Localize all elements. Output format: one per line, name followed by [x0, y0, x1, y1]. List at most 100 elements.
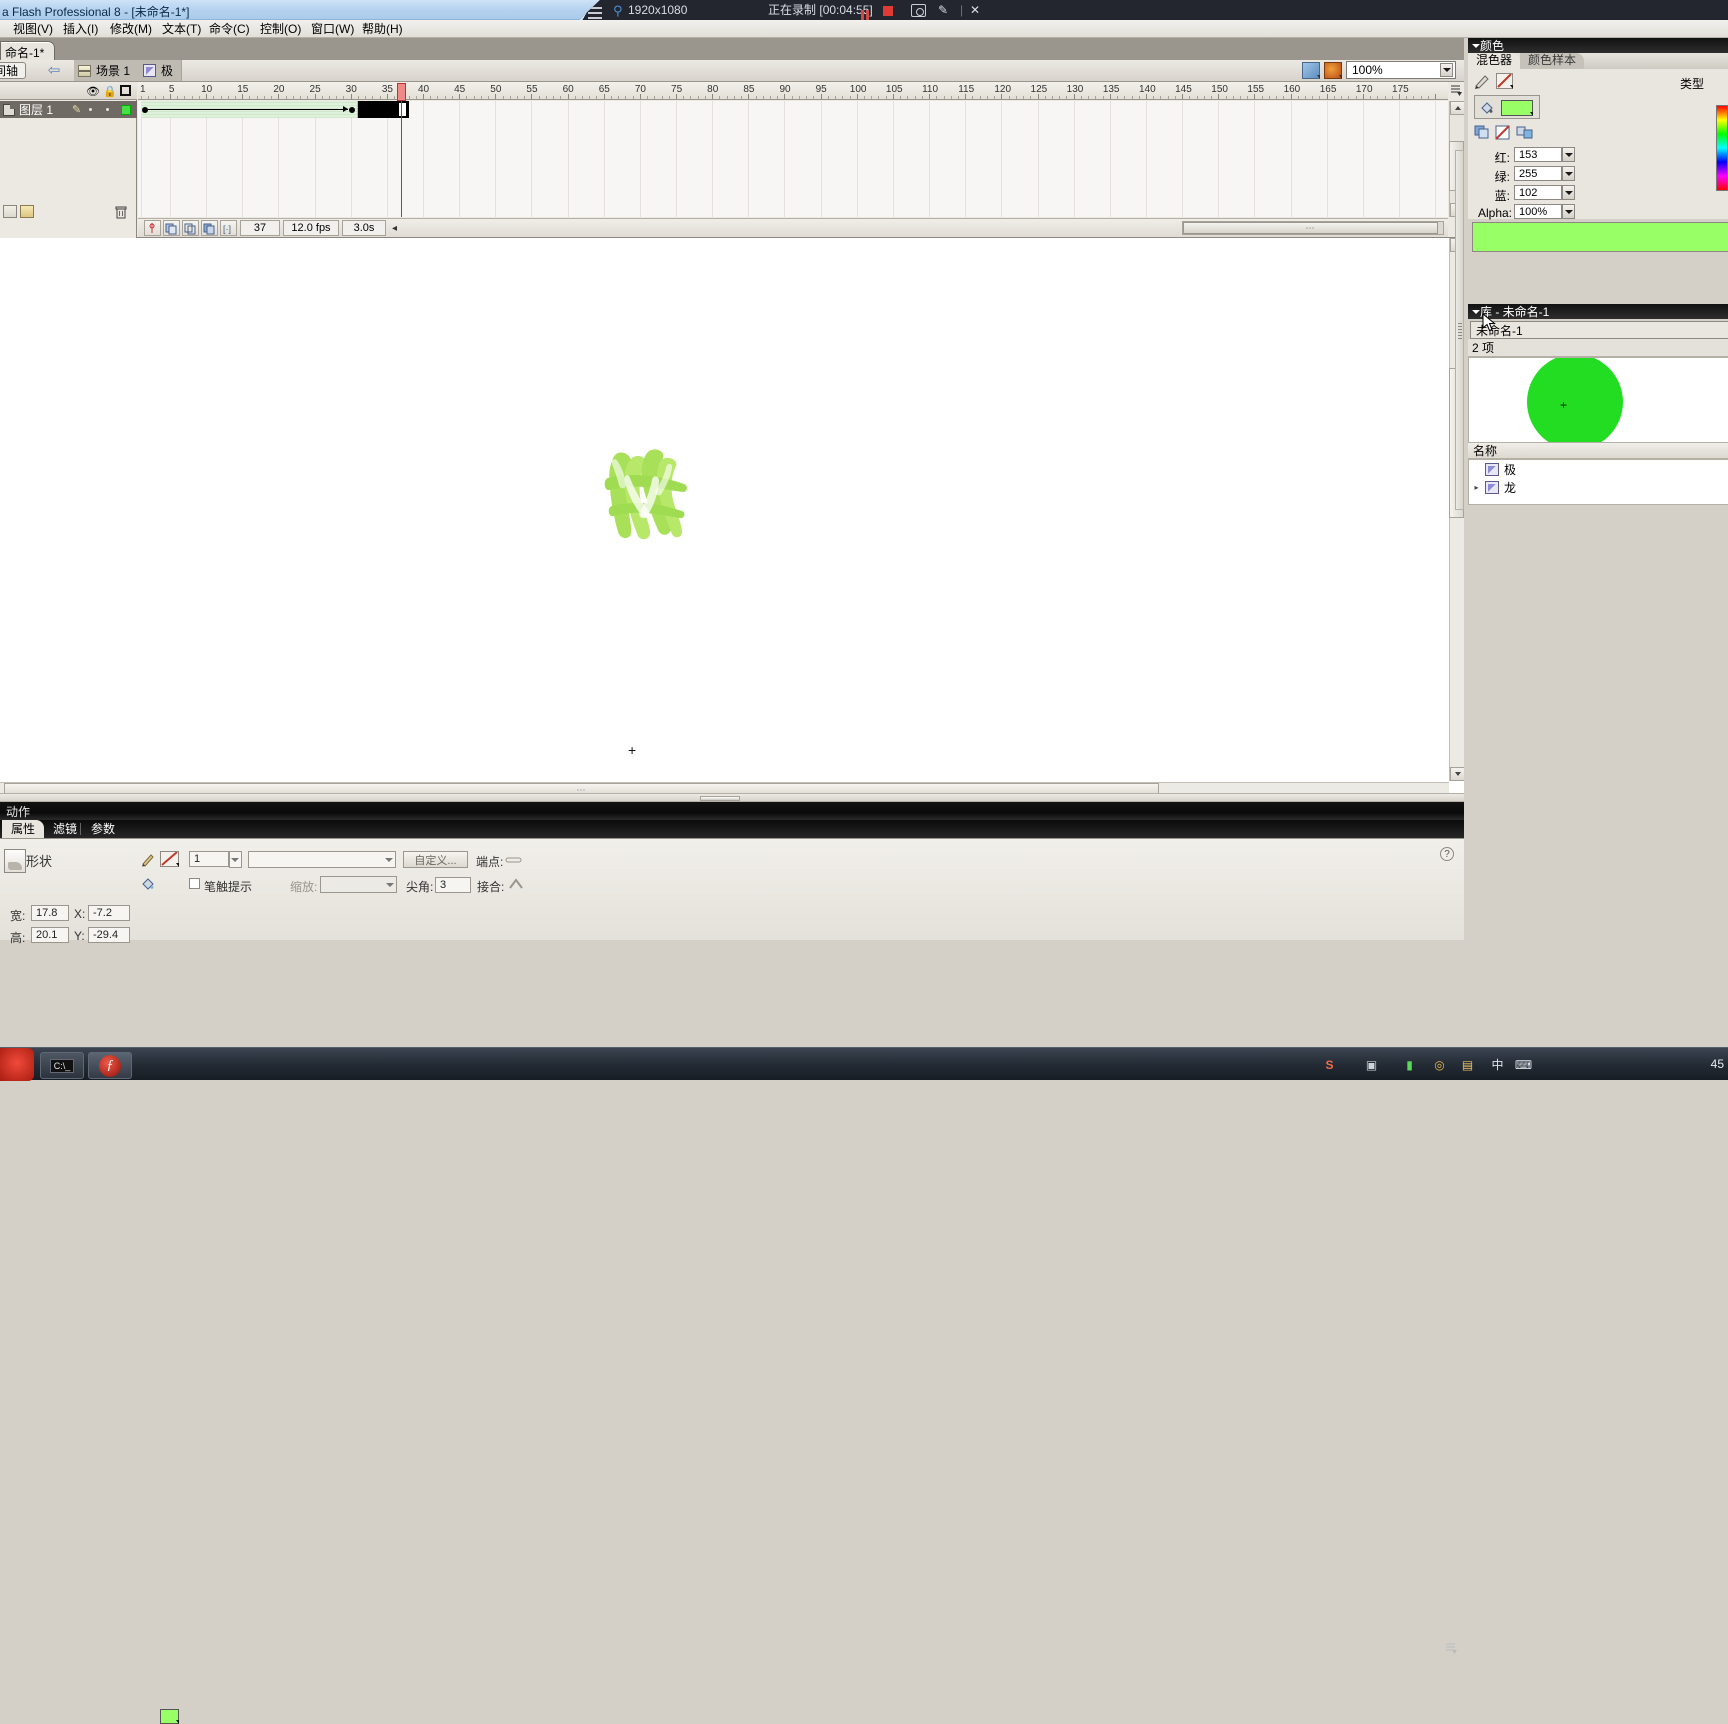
fill-color-swatch[interactable]: [1501, 100, 1533, 116]
alpha-stepper[interactable]: [1562, 204, 1575, 219]
y-field[interactable]: -29.4: [88, 927, 130, 943]
layer-name[interactable]: 图层 1: [19, 101, 53, 118]
color-panel-header[interactable]: 颜色: [1468, 38, 1728, 53]
panel-menu-icon[interactable]: [1449, 83, 1463, 97]
pause-icon[interactable]: [861, 6, 871, 16]
lock-icon[interactable]: 🔒: [103, 85, 117, 98]
paint-bucket-icon[interactable]: [1479, 100, 1495, 116]
scroll-up-button[interactable]: [1450, 101, 1465, 115]
width-field[interactable]: 17.8: [31, 905, 69, 921]
blue-stepper[interactable]: [1562, 185, 1575, 200]
join-icon[interactable]: [508, 878, 524, 890]
black-white-icon[interactable]: [1474, 125, 1491, 141]
color-spectrum[interactable]: [1716, 105, 1728, 191]
stroke-hinting-checkbox[interactable]: [189, 878, 200, 889]
keyframe-end[interactable]: [349, 107, 355, 113]
battery-tray-icon[interactable]: ▮: [1401, 1056, 1418, 1073]
custom-stroke-button[interactable]: 自定义...: [403, 851, 468, 868]
height-field[interactable]: 20.1: [31, 927, 69, 943]
swap-colors-icon[interactable]: [1516, 125, 1533, 141]
trash-icon[interactable]: [115, 206, 127, 219]
pencil-stroke-icon[interactable]: [141, 852, 156, 867]
insert-layer-icon[interactable]: [3, 205, 17, 218]
tab-swatches[interactable]: 颜色样本: [1520, 53, 1584, 69]
timeline-frames[interactable]: [138, 101, 1448, 217]
end-frame-marker[interactable]: [398, 102, 407, 117]
list-item[interactable]: 极: [1469, 460, 1728, 478]
scale-dropdown[interactable]: [320, 876, 397, 893]
layer-outline-color-swatch[interactable]: [121, 105, 131, 115]
timeline-hscroll-thumb[interactable]: ⋯: [1183, 222, 1438, 234]
edit-symbols-icon[interactable]: [1324, 62, 1342, 79]
modify-onion-icon[interactable]: [·]: [220, 220, 237, 236]
chevron-down-icon[interactable]: [1440, 63, 1453, 77]
playhead-handle[interactable]: [397, 83, 406, 101]
menu-item-control[interactable]: 控制(O): [255, 22, 306, 37]
library-item-list[interactable]: 极 ▸ 龙: [1468, 459, 1728, 505]
onion-skin-icon[interactable]: [163, 220, 180, 236]
red-field[interactable]: 153: [1514, 147, 1562, 162]
cap-icon[interactable]: [505, 854, 523, 864]
stroke-style-icon[interactable]: [160, 851, 179, 867]
start-orb-icon[interactable]: [0, 1048, 34, 1081]
menu-item-insert[interactable]: 插入(I): [58, 22, 103, 37]
center-frame-icon[interactable]: [144, 220, 161, 236]
timeline-hscrollbar[interactable]: ⋯: [1182, 221, 1444, 235]
timeline-toggle-button[interactable]: 间轴: [0, 62, 26, 79]
layer-visible-dot[interactable]: [89, 108, 92, 111]
expand-toggle[interactable]: ▸: [1473, 483, 1480, 492]
taskbar-app-flash[interactable]: ƒ: [88, 1052, 132, 1079]
chrome-tray-icon[interactable]: ◎: [1431, 1056, 1448, 1073]
pin-icon[interactable]: ⚲: [613, 0, 623, 21]
x-field[interactable]: -7.2: [88, 905, 130, 921]
actions-panel-header[interactable]: 动作: [0, 802, 1464, 820]
green-field[interactable]: 255: [1514, 166, 1562, 181]
zoom-select[interactable]: 100%: [1346, 61, 1456, 79]
stage-artwork[interactable]: [600, 448, 690, 544]
properties-panel-menu-icon[interactable]: [1444, 1641, 1458, 1655]
pencil-icon[interactable]: [1474, 73, 1491, 89]
onion-outline-icon[interactable]: [182, 220, 199, 236]
scroll-left-icon[interactable]: ◂: [392, 223, 397, 234]
red-stepper[interactable]: [1562, 147, 1575, 162]
paint-bucket-icon[interactable]: [140, 876, 155, 891]
eye-icon[interactable]: 👁: [86, 85, 100, 98]
stroke-width-dropdown[interactable]: [229, 851, 242, 868]
folder-tray-icon[interactable]: ▤: [1459, 1056, 1476, 1073]
back-arrow-icon[interactable]: ⇦: [44, 64, 64, 78]
sogou-tray-icon[interactable]: S: [1321, 1056, 1338, 1073]
edit-scene-icon[interactable]: [1302, 62, 1320, 79]
menu-item-help[interactable]: 帮助(H): [357, 22, 408, 37]
keyframe-start[interactable]: [142, 107, 148, 113]
menu-item-text[interactable]: 文本(T): [157, 22, 206, 37]
edit-multiple-icon[interactable]: [201, 220, 218, 236]
fps-value[interactable]: 12.0 fps: [283, 220, 339, 236]
stroke-style-dropdown[interactable]: [248, 851, 396, 868]
close-icon[interactable]: ✕: [970, 0, 980, 21]
ime-tray-icon[interactable]: 中: [1489, 1056, 1506, 1073]
window-tray-icon[interactable]: ▣: [1363, 1056, 1380, 1073]
stroke-width-field[interactable]: 1: [189, 851, 229, 867]
tab-parameters[interactable]: 参数: [82, 820, 124, 838]
breadcrumb-scene-label[interactable]: 场景 1: [96, 62, 130, 79]
tab-properties[interactable]: 属性: [2, 820, 44, 838]
taskbar-app-command-prompt[interactable]: C:\_: [40, 1052, 84, 1079]
pen-icon[interactable]: ✎: [938, 0, 948, 21]
menu-item-view[interactable]: 视图(V): [8, 22, 58, 37]
no-color-icon[interactable]: [1495, 125, 1512, 141]
no-stroke-icon[interactable]: [1496, 73, 1513, 89]
library-document-select[interactable]: 未命名-1: [1470, 321, 1728, 339]
outline-square-icon[interactable]: [120, 85, 131, 96]
keyboard-tray-icon[interactable]: ⌨: [1515, 1056, 1532, 1073]
timeline-ruler[interactable]: 1510152025303540455055606570758085909510…: [138, 82, 1448, 100]
stage-scroll-down-button[interactable]: [1450, 767, 1465, 781]
menu-item-window[interactable]: 窗口(W): [306, 22, 359, 37]
document-tab[interactable]: 命名-1*: [0, 41, 55, 60]
menu-item-command[interactable]: 命令(C): [204, 22, 255, 37]
library-panel-header[interactable]: 库 - 未命名-1: [1468, 304, 1728, 319]
fill-color-swatch[interactable]: [160, 1709, 179, 1724]
list-item[interactable]: ▸ 龙: [1469, 478, 1728, 496]
camera-icon[interactable]: [911, 4, 926, 17]
tab-mixer[interactable]: 混色器: [1468, 53, 1520, 69]
miter-field[interactable]: 3: [435, 877, 471, 893]
